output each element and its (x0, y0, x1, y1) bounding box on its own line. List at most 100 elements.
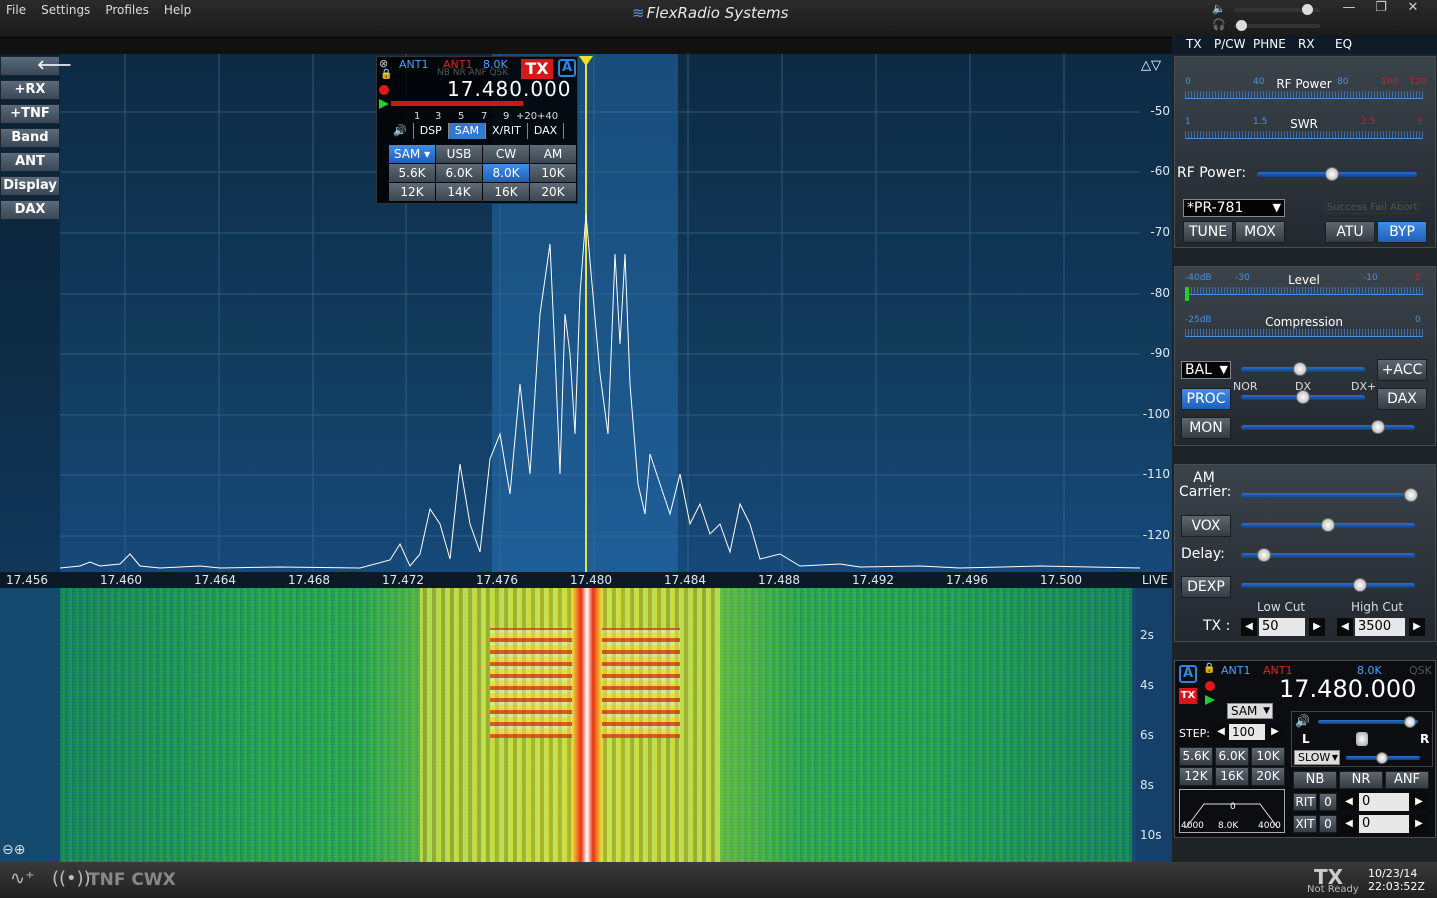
rit-increase-icon[interactable]: ▶ (1411, 793, 1427, 811)
filter-12k[interactable]: 12K (389, 183, 435, 201)
bal-knob[interactable] (1293, 362, 1307, 376)
zoom-in-icon[interactable]: ⊕ (14, 842, 26, 858)
lock-icon[interactable]: 🔒 (1203, 663, 1215, 674)
audio-pan-knob[interactable] (1356, 732, 1368, 746)
rx-antenna[interactable]: ANT1 (1221, 664, 1250, 677)
rit-value[interactable]: 0 (1359, 793, 1409, 811)
high-cut-decrease-icon[interactable]: ◀ (1337, 618, 1353, 636)
dexp-slider[interactable] (1241, 578, 1415, 592)
filter-14k[interactable]: 14K (436, 183, 482, 201)
waterfall[interactable]: 2s 4s 6s 8s 10s ⊖⊕ (0, 588, 1172, 862)
high-cut-value[interactable]: 3500 (1355, 618, 1405, 636)
filter-10k[interactable]: 10K (1251, 747, 1285, 766)
play-icon[interactable] (1205, 695, 1215, 705)
panadapter[interactable]: -50 -60 -70 -80 -90 -100 -110 -120 △▽ ▫ … (0, 54, 1172, 572)
mon-button[interactable]: MON (1181, 417, 1231, 439)
step-decrease-icon[interactable]: ◀ (1213, 724, 1229, 740)
am-carrier-knob[interactable] (1404, 488, 1418, 502)
slice-letter[interactable]: A (558, 59, 576, 77)
low-cut-value[interactable]: 50 (1259, 618, 1305, 636)
filter-6.0k[interactable]: 6.0K (1215, 747, 1249, 766)
delay-knob[interactable] (1257, 548, 1271, 562)
dax-button[interactable]: DAX (0, 200, 60, 220)
step-value[interactable]: 100 (1229, 724, 1265, 740)
speaker-icon[interactable]: 🔊 (1295, 714, 1310, 728)
filter-12k[interactable]: 12K (1179, 767, 1213, 786)
agc-threshold-slider[interactable] (1346, 752, 1420, 764)
filter-5.6k[interactable]: 5.6K (389, 164, 435, 182)
filter-10k[interactable]: 10K (530, 164, 576, 182)
xit-toggle[interactable]: 0 (1319, 815, 1337, 833)
ant-button[interactable]: ANT (0, 152, 60, 172)
maximize-button[interactable]: ❐ (1365, 0, 1397, 18)
mode-usb[interactable]: USB (436, 145, 482, 163)
mode-select[interactable]: SAM ▼ (1227, 703, 1273, 719)
tab-dax[interactable]: DAX (528, 123, 565, 139)
dexp-knob[interactable] (1353, 578, 1367, 592)
tab-rx[interactable]: RX (1298, 37, 1315, 51)
agc-select[interactable]: SLOW ▼ (1294, 750, 1340, 765)
tab-xrit[interactable]: X/RIT (486, 123, 528, 139)
delay-slider[interactable] (1241, 548, 1415, 562)
tnf-cwx-label[interactable]: TNF CWX (88, 870, 176, 890)
xit-decrease-icon[interactable]: ◀ (1341, 815, 1357, 833)
low-cut-increase-icon[interactable]: ▶ (1309, 618, 1325, 636)
dexp-button[interactable]: DEXP (1181, 576, 1231, 598)
play-icon[interactable] (379, 99, 389, 109)
bal-slider[interactable] (1241, 362, 1365, 376)
record-icon[interactable] (1205, 681, 1215, 691)
menu-settings[interactable]: Settings (41, 3, 90, 17)
filter-16k[interactable]: 16K (1215, 767, 1249, 786)
mode-cw[interactable]: CW (483, 145, 529, 163)
vox-knob[interactable] (1321, 518, 1335, 532)
rf-power-knob[interactable] (1325, 167, 1339, 181)
agc-threshold-knob[interactable] (1376, 752, 1388, 764)
headphone-volume-thumb[interactable] (1236, 20, 1247, 31)
close-button[interactable]: ✕ (1397, 0, 1429, 18)
filter-20k[interactable]: 20K (530, 183, 576, 201)
xit-increase-icon[interactable]: ▶ (1411, 815, 1427, 833)
rit-decrease-icon[interactable]: ◀ (1341, 793, 1357, 811)
rf-power-slider[interactable] (1257, 167, 1417, 181)
tab-dsp[interactable]: DSP (414, 123, 449, 139)
am-carrier-slider[interactable] (1241, 488, 1418, 502)
lock-icon[interactable]: 🔒 (380, 69, 392, 80)
rit-toggle[interactable]: 0 (1319, 793, 1337, 811)
dbm-scale[interactable]: -50 -60 -70 -80 -90 -100 -110 -120 (1138, 54, 1172, 572)
tx-profile-select[interactable]: *PR-781 ▼ (1183, 199, 1285, 217)
slice-flag[interactable]: ⊗ 🔒 ANT1 ANT1 8.0K NB NR ANF QSK TX A 17… (376, 56, 578, 204)
tab-phne[interactable]: PHNE (1253, 37, 1286, 51)
mon-knob[interactable] (1371, 420, 1385, 434)
add-tnf-button[interactable]: +TNF (0, 104, 60, 124)
menu-help[interactable]: Help (164, 3, 191, 17)
band-button[interactable]: Band (0, 128, 60, 148)
high-cut-increase-icon[interactable]: ▶ (1409, 618, 1425, 636)
live-indicator[interactable]: LIVE (1142, 573, 1168, 587)
acc-button[interactable]: +ACC (1377, 359, 1427, 381)
tab-pcw[interactable]: P/CW (1214, 37, 1246, 51)
master-volume-track[interactable] (1234, 4, 1320, 15)
waveform-icon[interactable]: ∿⁺ (10, 868, 35, 889)
filter-5.6k[interactable]: 5.6K (1179, 747, 1213, 766)
tab-sam[interactable]: SAM (448, 123, 486, 139)
rx-antenna[interactable]: ANT1 (399, 58, 428, 71)
frequency-axis[interactable]: 17.456 17.460 17.464 17.468 17.472 17.47… (0, 572, 1172, 588)
headphone-volume-track[interactable] (1234, 20, 1320, 31)
filter-6.0k[interactable]: 6.0K (436, 164, 482, 182)
tab-eq[interactable]: EQ (1335, 37, 1352, 51)
nb-button[interactable]: NB (1293, 771, 1337, 789)
tab-tx[interactable]: TX (1186, 37, 1202, 51)
byp-button[interactable]: BYP (1377, 221, 1427, 243)
audio-tab-icon[interactable]: 🔊 (387, 123, 414, 139)
mon-slider[interactable] (1241, 420, 1415, 434)
filter-16k[interactable]: 16K (483, 183, 529, 201)
slice-letter-badge[interactable]: A (1179, 665, 1197, 683)
dax-tx-button[interactable]: DAX (1377, 388, 1427, 410)
mode-am[interactable]: AM (530, 145, 576, 163)
network-icon[interactable]: ((•)) (52, 868, 91, 889)
menu-file[interactable]: File (6, 3, 26, 17)
slice-frequency[interactable]: 17.480.000 (447, 77, 572, 101)
tune-button[interactable]: TUNE (1183, 221, 1233, 243)
menu-profiles[interactable]: Profiles (105, 3, 149, 17)
anf-button[interactable]: ANF (1385, 771, 1429, 789)
